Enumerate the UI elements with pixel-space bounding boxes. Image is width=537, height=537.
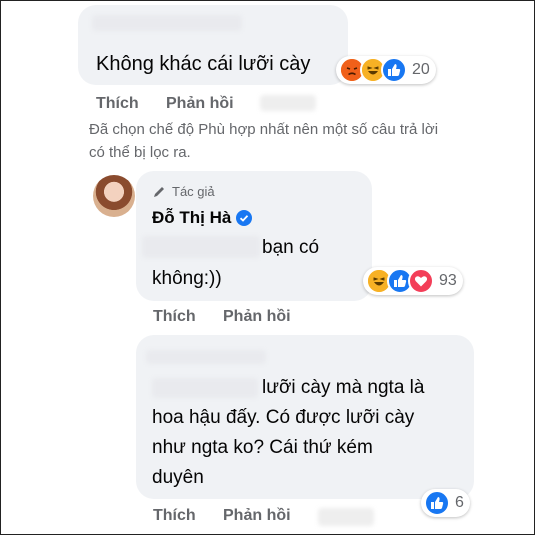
- love-reaction-icon: [408, 268, 434, 294]
- redacted-text: [152, 378, 258, 398]
- verified-icon: [236, 210, 253, 226]
- comment-text: Không khác cái lưỡi cày: [96, 53, 311, 75]
- filter-notice-line1: Đã chọn chế độ Phù hợp nhất nên một số c…: [89, 121, 439, 138]
- redacted-name: [146, 350, 266, 364]
- like-reaction-icon: [381, 57, 407, 83]
- reply-text-line2: hoa hậu đấy. Có được lưỡi cày: [152, 407, 415, 428]
- redacted-timestamp: [260, 95, 316, 111]
- reply-text-line2: không:)): [152, 268, 222, 289]
- author-name[interactable]: Đỗ Thị Hà: [152, 208, 253, 228]
- author-name-text: Đỗ Thị Hà: [152, 208, 232, 227]
- like-link[interactable]: Thích: [153, 308, 196, 326]
- reply-link[interactable]: Phản hồi: [223, 308, 291, 326]
- reply-text-line4: duyên: [152, 467, 204, 488]
- reply-link[interactable]: Phản hồi: [223, 507, 291, 525]
- reaction-count: 93: [439, 272, 457, 289]
- reaction-summary[interactable]: 6: [421, 489, 470, 517]
- reaction-summary[interactable]: 93: [363, 267, 463, 295]
- redacted-timestamp: [318, 508, 374, 526]
- like-link[interactable]: Thích: [96, 95, 139, 113]
- author-badge-label: Tác giả: [172, 184, 215, 199]
- reply-text-line3: như ngta ko? Cái thứ kém: [152, 437, 373, 458]
- reply-link[interactable]: Phản hồi: [166, 95, 234, 113]
- reaction-summary[interactable]: 20: [336, 56, 436, 84]
- filter-notice-line2: có thể bị lọc ra.: [89, 144, 191, 161]
- like-reaction-icon: [424, 490, 450, 516]
- redacted-name: [92, 15, 242, 31]
- author-avatar[interactable]: [93, 175, 135, 217]
- author-badge: Tác giả: [152, 184, 215, 199]
- reaction-count: 20: [412, 61, 430, 78]
- reply-text-line1: bạn có: [262, 237, 320, 258]
- reply-text-line1: lưỡi cày mà ngta là: [262, 377, 425, 398]
- reaction-count: 6: [455, 494, 464, 511]
- like-link[interactable]: Thích: [153, 507, 196, 525]
- redacted-text: [142, 236, 260, 258]
- pen-icon: [154, 186, 164, 197]
